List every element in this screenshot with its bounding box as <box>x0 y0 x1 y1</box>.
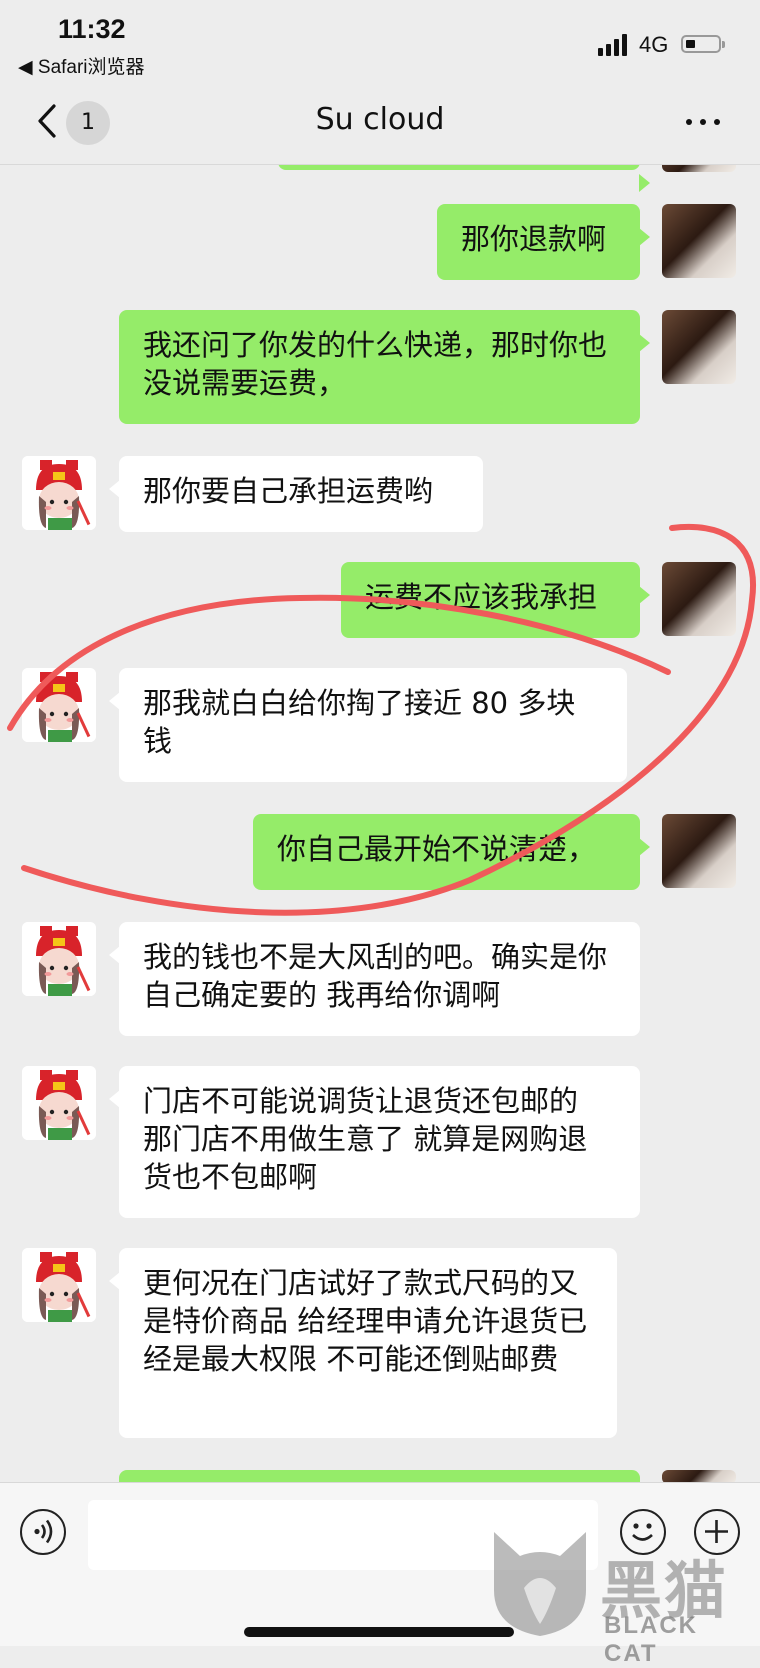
message-bubble-other[interactable]: 我的钱也不是大风刮的吧。确实是你自己确定要的 我再给你调啊 <box>109 922 640 1036</box>
message-text: 你自己最开始不说清楚， <box>277 832 597 866</box>
message-text: 更何况在门店试好了款式尺码的又是特价商品 给经理申请允许退货已经是最大权限 不可… <box>143 1266 588 1376</box>
message-bubble-self[interactable]: 运费不应该我承担 <box>341 562 650 638</box>
avatar-self[interactable] <box>662 204 736 278</box>
signal-strength-icon <box>598 34 627 56</box>
battery-icon <box>681 35 725 53</box>
chat-title: Su cloud <box>315 102 445 137</box>
message-text: 那我就白白给你掏了接近 80 多块钱 <box>143 686 576 758</box>
cartoon-girl-avatar-icon <box>22 1248 96 1322</box>
avatar-other[interactable] <box>22 456 96 530</box>
message-text: 运费不应该我承担 <box>365 580 598 614</box>
message-text: 我还问了你发的什么快递，那时你也没说需要运费， <box>143 328 608 400</box>
cartoon-girl-avatar-icon <box>22 1066 96 1140</box>
black-cat-logo-icon <box>494 1532 586 1636</box>
avatar-other[interactable] <box>22 1248 96 1322</box>
message-bubble-self[interactable]: 我还问了你发的什么快递，那时你也没说需要运费， <box>119 310 650 424</box>
message-text: 那你退款啊 <box>461 222 607 256</box>
message-bubble-self[interactable]: 你自己最开始不说清楚， <box>253 814 650 890</box>
cartoon-girl-avatar-icon <box>22 668 96 742</box>
status-bar: 11:32 ◀ Safari浏览器 4G <box>0 0 760 80</box>
message-bubble-other[interactable]: 门店不可能说调货让退货还包邮的 那门店不用做生意了 就算是网购退货也不包邮啊 <box>109 1066 640 1218</box>
home-indicator[interactable] <box>244 1627 514 1637</box>
back-to-app-link[interactable]: ◀ Safari浏览器 <box>18 52 145 79</box>
avatar-self[interactable] <box>662 814 736 888</box>
chat-header: 1 Su cloud <box>0 80 760 165</box>
status-time: 11:32 <box>58 14 126 44</box>
watermark-en: BLACK CAT <box>604 1612 698 1667</box>
avatar-other[interactable] <box>22 1066 96 1140</box>
message-bubble-other[interactable]: 那你要自己承担运费哟 <box>109 456 483 532</box>
more-options-icon[interactable] <box>684 106 722 136</box>
message-bubble-other[interactable]: 更何况在门店试好了款式尺码的又是特价商品 给经理申请允许退货已经是最大权限 不可… <box>109 1248 617 1438</box>
message-text: 那你要自己承担运费哟 <box>143 474 434 508</box>
network-type: 4G <box>639 32 669 57</box>
avatar-other[interactable] <box>22 668 96 742</box>
cartoon-girl-avatar-icon <box>22 456 96 530</box>
message-bubble-other[interactable]: 那我就白白给你掏了接近 80 多块钱 <box>109 668 627 782</box>
message-text: 我的钱也不是大风刮的吧。确实是你自己确定要的 我再给你调啊 <box>143 940 608 1012</box>
message-bubble-self[interactable]: 那你退款啊 <box>437 204 650 280</box>
avatar-self[interactable] <box>662 562 736 636</box>
avatar-self[interactable] <box>662 310 736 384</box>
cartoon-girl-avatar-icon <box>22 922 96 996</box>
avatar-other[interactable] <box>22 922 96 996</box>
chat-area[interactable]: 那你退款啊 我还问了你发的什么快递，那时你也没说需要运费， 那你要自己承担运费哟 <box>0 0 760 1645</box>
voice-input-icon[interactable] <box>20 1509 66 1555</box>
message-text: 门店不可能说调货让退货还包邮的 那门店不用做生意了 就算是网购退货也不包邮啊 <box>143 1084 588 1194</box>
